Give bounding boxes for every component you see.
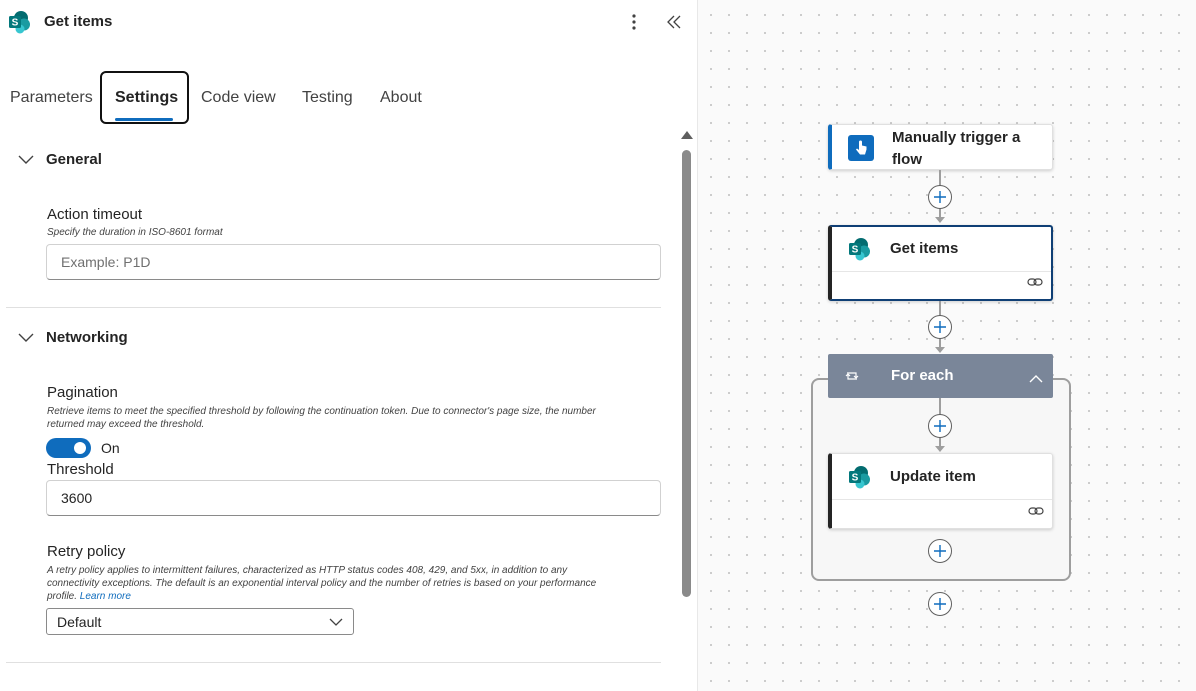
svg-text:S: S [12,18,19,29]
sharepoint-icon: S [848,237,872,261]
retry-policy-select[interactable]: Default [46,608,354,635]
link-icon[interactable] [1027,275,1043,293]
sharepoint-icon: S [8,10,32,34]
collapse-panel-icon[interactable] [662,10,686,34]
panel-title: Get items [44,13,113,30]
tab-settings[interactable]: Settings [115,89,178,107]
section-general-header[interactable]: General [18,151,102,168]
sharepoint-icon: S [848,465,872,489]
update-item-card-title: Update item [890,468,976,485]
get-items-card-title: Get items [890,240,959,257]
section-networking-title: Networking [46,329,128,346]
card-divider [832,271,1051,272]
chevron-down-icon [18,333,34,342]
learn-more-link[interactable]: Learn more [80,591,131,602]
chevron-down-icon [18,155,34,164]
update-item-card[interactable]: S Update item [828,453,1053,529]
for-each-title: For each [891,367,954,384]
threshold-input[interactable]: 3600 [46,480,661,516]
connector-arrow [935,347,945,353]
get-items-card[interactable]: S Get items [828,225,1053,301]
section-divider [6,307,661,308]
add-step-button[interactable] [928,414,952,438]
tab-active-indicator [115,118,173,121]
trigger-card[interactable]: Manually trigger a flow [828,124,1053,170]
card-divider [832,499,1052,500]
add-step-button[interactable] [928,592,952,616]
more-vertical-icon[interactable] [624,10,644,34]
section-general-title: General [46,151,102,168]
retry-policy-description: A retry policy applies to intermittent f… [47,564,657,603]
action-settings-panel: S Get items Parameters Settings Code vie… [0,0,697,691]
chevron-down-icon [329,618,343,626]
action-timeout-label: Action timeout [47,206,143,223]
tab-parameters[interactable]: Parameters [10,89,93,107]
plus-icon [934,598,946,610]
pagination-label: Pagination [47,384,118,401]
for-each-header[interactable]: For each [828,354,1053,398]
pagination-description-line: returned may exceed the threshold. [47,419,205,430]
manual-trigger-icon [848,135,874,161]
link-icon[interactable] [1028,504,1044,522]
plus-icon [934,191,946,203]
section-networking-header[interactable]: Networking [18,329,128,346]
retry-description-line: profile. [47,591,78,602]
connector-arrow [935,446,945,452]
add-step-button[interactable] [928,315,952,339]
plus-icon [934,321,946,333]
trigger-card-title: Manually trigger a flow [892,127,1020,171]
retry-description-line: connectivity exceptions. The default is … [47,578,597,589]
pagination-description-line: Retrieve items to meet the specified thr… [47,406,596,417]
action-timeout-input[interactable]: Example: P1D [46,244,661,280]
scrollbar-thumb[interactable] [682,150,691,597]
action-timeout-description: Specify the duration in ISO-8601 format [47,227,223,238]
trigger-title-line: flow [892,151,922,168]
add-step-button[interactable] [928,185,952,209]
pagination-toggle-state: On [101,440,120,456]
add-step-in-loop-button[interactable] [928,539,952,563]
tab-testing[interactable]: Testing [302,89,353,107]
plus-icon [934,545,946,557]
loop-icon [844,369,860,388]
threshold-label: Threshold [47,461,114,478]
retry-policy-label: Retry policy [47,543,126,560]
svg-text:S: S [852,473,859,484]
tab-code-view[interactable]: Code view [201,89,276,107]
retry-description-line: A retry policy applies to intermittent f… [47,565,568,576]
flow-canvas[interactable]: Manually trigger a flow S Get items For … [697,0,1196,691]
pagination-toggle[interactable] [46,438,91,458]
connector-arrow [935,217,945,223]
retry-policy-selected: Default [57,613,102,630]
section-divider [6,662,661,663]
chevron-up-icon[interactable] [1029,370,1043,388]
plus-icon [934,420,946,432]
scroll-up-arrow[interactable] [681,131,693,139]
trigger-title-line: Manually trigger a [892,129,1021,146]
tab-about[interactable]: About [380,89,422,107]
svg-text:S: S [852,245,859,256]
pagination-description: Retrieve items to meet the specified thr… [47,405,657,431]
